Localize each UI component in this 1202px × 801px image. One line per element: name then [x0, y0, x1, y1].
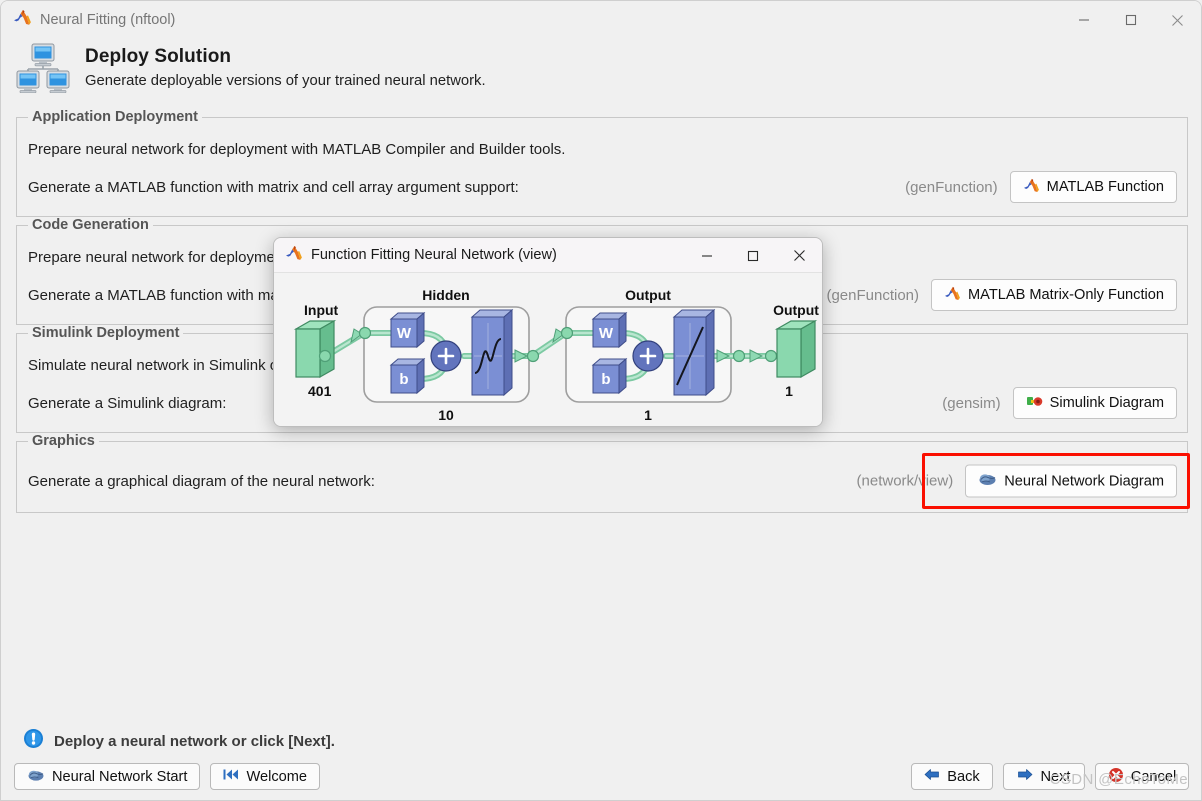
dialog-window-controls	[684, 238, 822, 273]
status-row: Deploy a neural network or click [Next].	[23, 728, 335, 754]
dialog-maximize-button[interactable]	[730, 238, 776, 273]
minimize-button[interactable]	[1060, 1, 1107, 39]
output-label: Output	[773, 302, 819, 318]
header-text: Deploy Solution Generate deployable vers…	[85, 41, 486, 98]
cancel-button[interactable]: Cancel	[1095, 763, 1189, 790]
window-title: Neural Fitting (nftool)	[40, 12, 176, 28]
svg-text:b: b	[399, 371, 408, 388]
neural-network-start-label: Neural Network Start	[52, 768, 188, 785]
output-transfer-block	[672, 308, 716, 397]
page-header: Deploy Solution Generate deployable vers…	[15, 41, 486, 98]
left-arrow-icon	[924, 768, 940, 785]
code-gen-actions: (genFunction) MATLAB Matrix-Only Functio…	[826, 279, 1177, 311]
simulink-diagram-button[interactable]: Simulink Diagram	[1012, 387, 1177, 419]
page-subtitle: Generate deployable versions of your tra…	[85, 73, 486, 89]
output-block	[774, 319, 818, 379]
hidden-layer-label: Hidden	[422, 287, 469, 303]
dialog-body: W b W b Input 401 Hidden 10 Output 1 Out…	[274, 273, 822, 426]
group-application-deployment: Application Deployment Prepare neural ne…	[16, 109, 1188, 217]
deploy-network-computers-icon	[15, 41, 71, 98]
matlab-function-button-label: MATLAB Function	[1046, 179, 1164, 195]
next-label: Next	[1040, 768, 1071, 785]
welcome-button[interactable]: Welcome	[210, 763, 321, 790]
output-layer-label: Output	[625, 287, 671, 303]
next-button[interactable]: Next	[1003, 763, 1085, 790]
cancel-icon	[1108, 767, 1124, 787]
graphics-line: Generate a graphical diagram of the neur…	[28, 472, 375, 490]
matlab-logo-icon	[944, 286, 961, 305]
rewind-icon	[223, 768, 239, 785]
dialog-minimize-button[interactable]	[684, 238, 730, 273]
footer-left-buttons: Neural Network Start Welcome	[14, 763, 321, 790]
brain-icon	[27, 768, 45, 786]
dialog-close-button[interactable]	[776, 238, 822, 273]
matlab-logo-icon	[1023, 178, 1040, 197]
input-label: Input	[304, 302, 339, 318]
dialog-titlebar-left: Function Fitting Neural Network (view)	[274, 245, 557, 266]
hidden-bias-block: b	[389, 357, 426, 395]
matlab-matrix-only-function-button-label: MATLAB Matrix-Only Function	[968, 287, 1164, 303]
svg-text:b: b	[601, 371, 610, 388]
matlab-function-button[interactable]: MATLAB Function	[1009, 171, 1177, 203]
info-exclamation-icon	[23, 728, 44, 754]
genfunction-hint: (genFunction)	[905, 178, 998, 196]
input-block	[293, 319, 337, 379]
app-deploy-actions: (genFunction) MATLAB Function	[905, 171, 1177, 203]
simulink-actions: (gensim) Simulink Diagram	[942, 387, 1177, 419]
svg-text:W: W	[599, 325, 614, 342]
simulink-line2: Generate a Simulink diagram:	[28, 394, 227, 412]
simulink-diagram-button-label: Simulink Diagram	[1049, 395, 1164, 411]
function-fitting-dialog: Function Fitting Neural Network (view) W…	[273, 237, 823, 427]
neural-network-start-button[interactable]: Neural Network Start	[14, 763, 201, 790]
highlight-annotation	[922, 453, 1190, 509]
hidden-sum-node	[430, 340, 462, 372]
cancel-label: Cancel	[1130, 768, 1177, 785]
group-title-application-deployment: Application Deployment	[28, 109, 202, 125]
titlebar-left: Neural Fitting (nftool)	[1, 9, 175, 31]
maximize-button[interactable]	[1107, 1, 1154, 39]
dialog-title: Function Fitting Neural Network (view)	[311, 247, 557, 263]
window-controls	[1060, 1, 1201, 39]
simulink-logo-icon	[1026, 394, 1043, 413]
gensim-hint: (gensim)	[942, 394, 1001, 412]
page-title: Deploy Solution	[85, 46, 232, 67]
app-deploy-line1-row: Prepare neural network for deployment wi…	[17, 130, 1187, 168]
back-label: Back	[947, 768, 980, 785]
genfunction-hint-2: (genFunction)	[826, 286, 920, 304]
matlab-logo-icon	[13, 9, 32, 31]
hidden-size-label: 10	[438, 407, 454, 423]
status-message: Deploy a neural network or click [Next].	[54, 732, 335, 750]
right-arrow-icon	[1017, 768, 1033, 785]
svg-text:W: W	[397, 325, 412, 342]
nftool-window: Neural Fitting (nftool) Deploy Solution …	[0, 0, 1202, 801]
matlab-matrix-only-function-button[interactable]: MATLAB Matrix-Only Function	[931, 279, 1177, 311]
input-size-label: 401	[308, 383, 332, 399]
app-deploy-line2: Generate a MATLAB function with matrix a…	[28, 178, 519, 196]
output-sum-node	[632, 340, 664, 372]
neural-network-diagram-graphic: W b W b Input 401 Hidden 10 Output 1 Out…	[293, 287, 819, 423]
group-title-simulink-deployment: Simulink Deployment	[28, 325, 184, 341]
window-titlebar: Neural Fitting (nftool)	[1, 1, 1201, 39]
back-button[interactable]: Back	[911, 763, 993, 790]
close-button[interactable]	[1154, 1, 1201, 39]
app-deploy-line2-row: Generate a MATLAB function with matrix a…	[17, 168, 1187, 206]
output-bias-block: b	[591, 357, 628, 395]
hidden-transfer-block	[470, 308, 514, 397]
dialog-titlebar: Function Fitting Neural Network (view)	[274, 238, 822, 273]
hidden-weight-block: W	[389, 311, 426, 349]
app-deploy-line1: Prepare neural network for deployment wi…	[28, 140, 566, 158]
footer-right-buttons: Back Next Cancel	[911, 763, 1189, 790]
matlab-logo-icon	[285, 245, 303, 266]
group-title-graphics: Graphics	[28, 433, 99, 449]
welcome-label: Welcome	[246, 768, 308, 785]
output-size-label: 1	[785, 383, 793, 399]
output-layer-size-label: 1	[644, 407, 652, 423]
group-title-code-generation: Code Generation	[28, 217, 153, 233]
output-weight-block: W	[591, 311, 628, 349]
